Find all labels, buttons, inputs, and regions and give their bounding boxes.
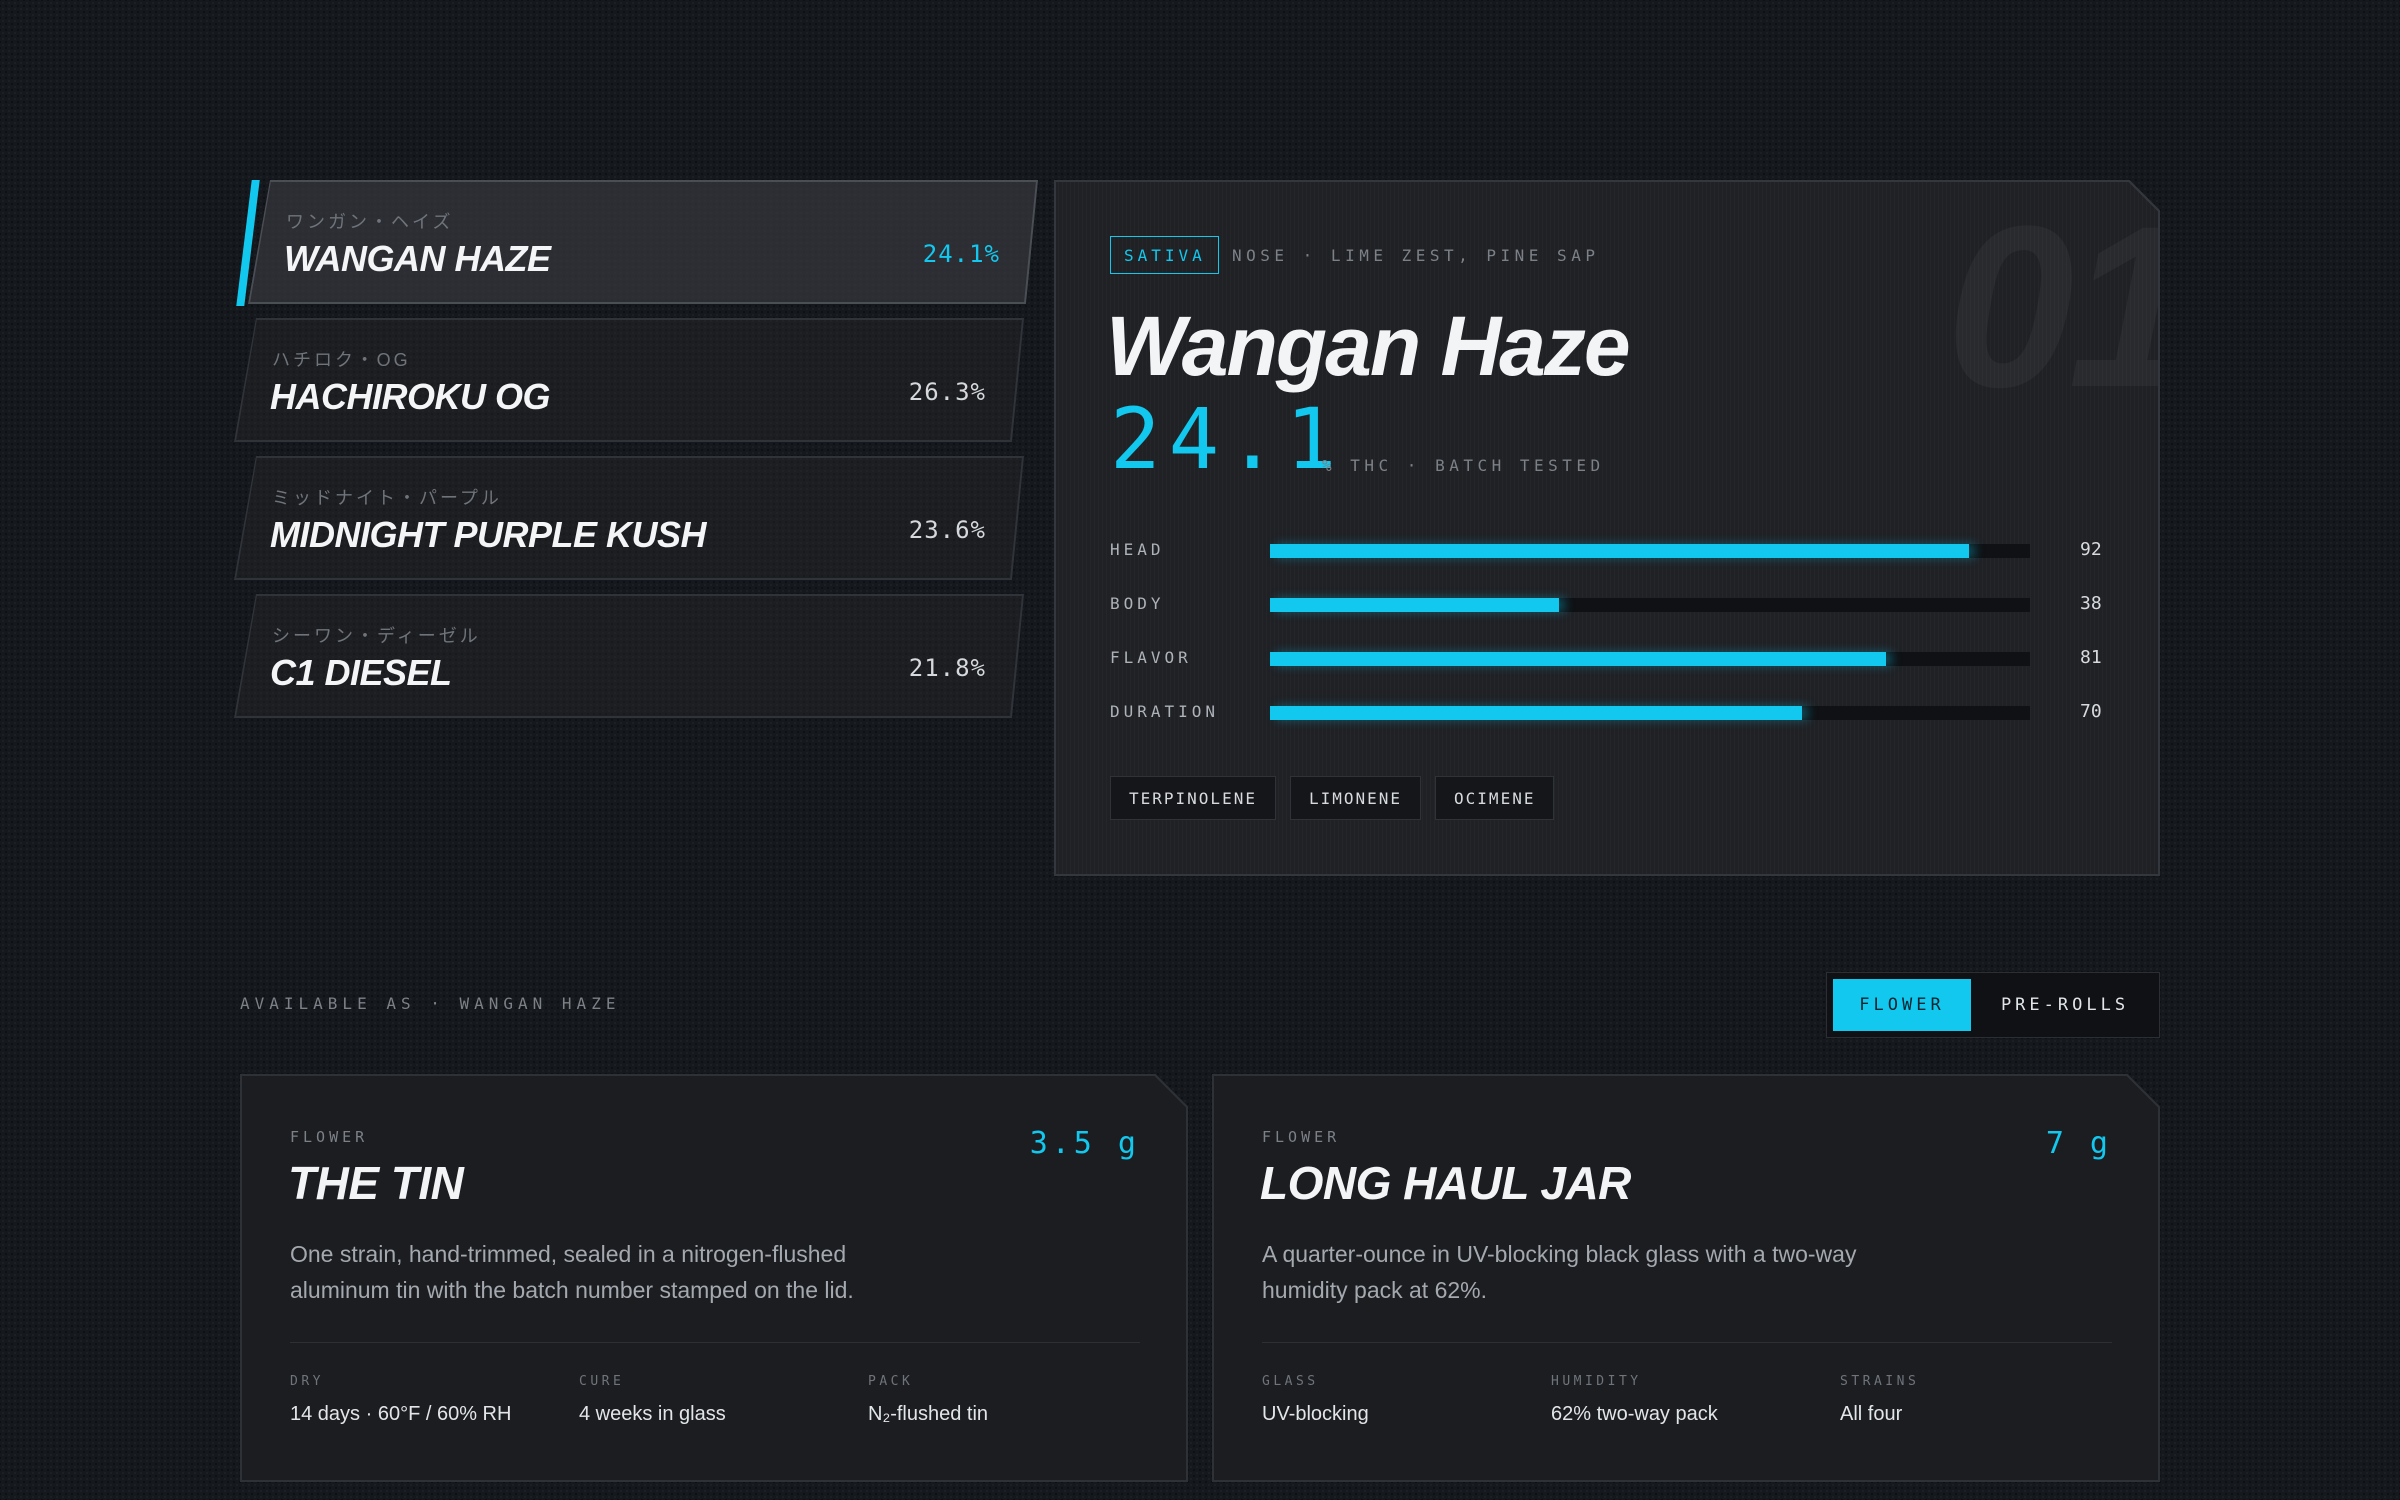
card-size: 3.5 g — [1029, 1126, 1140, 1161]
strain-thc: 23.6% — [908, 516, 986, 544]
toggle-pre-rolls[interactable]: PRE-ROLLS — [1977, 979, 2153, 1031]
spec-key: PACK — [868, 1374, 914, 1389]
strain-thc: 24.1% — [922, 240, 1000, 268]
strain-name: C1 DIESEL — [270, 652, 452, 693]
detail-title: Wangan Haze — [1106, 299, 1629, 393]
nose-notes: NOSE · LIME ZEST, PINE SAP — [1232, 246, 1600, 265]
stat-track — [1270, 544, 2030, 558]
spec-value: 14 days · 60°F / 60% RH — [290, 1403, 512, 1425]
spec-strains: STRAINS All four — [1840, 1374, 2100, 1426]
strain-name: HACHIROKU OG — [270, 376, 550, 417]
stat-value: 38 — [2080, 593, 2102, 614]
strain-thc: 26.3% — [908, 378, 986, 406]
spec-humidity: HUMIDITY 62% two-way pack — [1551, 1374, 1811, 1426]
spec-value: 62% two-way pack — [1551, 1403, 1718, 1425]
terpene-tag[interactable]: TERPINOLENE — [1110, 776, 1276, 820]
strain-thc: 21.8% — [908, 654, 986, 682]
format-toggle: FLOWER PRE-ROLLS — [1826, 972, 2160, 1038]
stat-fill — [1270, 706, 1802, 720]
stat-row-body: BODY 38 — [1110, 592, 2110, 616]
spec-pack: PACK N₂-flushed tin — [868, 1374, 1128, 1426]
stat-track — [1270, 652, 2030, 666]
card-category: FLOWER — [1262, 1128, 1341, 1146]
spec-key: HUMIDITY — [1551, 1374, 1642, 1389]
terpene-tag[interactable]: OCIMENE — [1435, 776, 1554, 820]
thc-value: 24.1 — [1110, 390, 1345, 488]
stat-row-duration: DURATION 70 — [1110, 700, 2110, 724]
strain-item-c1-diesel[interactable]: シーワン・ディーゼル C1 DIESEL 21.8% — [234, 594, 1024, 718]
stat-label: FLAVOR — [1110, 648, 1192, 667]
card-divider — [290, 1342, 1140, 1343]
card-description: A quarter-ounce in UV-blocking black gla… — [1262, 1241, 1857, 1303]
spec-dry: DRY 14 days · 60°F / 60% RH — [290, 1374, 550, 1426]
toggle-flower[interactable]: FLOWER — [1833, 979, 1971, 1031]
strain-jp-name: ワンガン・ヘイズ — [286, 212, 454, 232]
strain-jp-name: ハチロク・OG — [272, 350, 411, 370]
product-card-long-haul-jar[interactable]: FLOWER 7 g LONG HAUL JAR A quarter-ounce… — [1212, 1074, 2160, 1482]
strain-jp-name: ミッドナイト・パープル — [272, 488, 502, 508]
product-card-the-tin[interactable]: FLOWER 3.5 g THE TIN One strain, hand-tr… — [240, 1074, 1188, 1482]
stat-value: 81 — [2080, 647, 2102, 668]
stat-fill — [1270, 598, 1559, 612]
card-title: LONG HAUL JAR — [1260, 1157, 1631, 1209]
stat-value: 70 — [2080, 701, 2102, 722]
card-description: One strain, hand-trimmed, sealed in a ni… — [290, 1241, 854, 1303]
strain-name: WANGAN HAZE — [284, 238, 551, 279]
strain-type-badge: SATIVA — [1110, 236, 1219, 274]
card-title: THE TIN — [288, 1157, 464, 1209]
stat-label: DURATION — [1110, 702, 1220, 721]
terpene-tags: TERPINOLENE LIMONENE OCIMENE — [1110, 776, 1554, 820]
stat-fill — [1270, 544, 1969, 558]
card-divider — [1262, 1342, 2112, 1343]
spec-glass: GLASS UV-blocking — [1262, 1374, 1522, 1426]
strain-item-midnight-purple-kush[interactable]: ミッドナイト・パープル MIDNIGHT PURPLE KUSH 23.6% — [234, 456, 1024, 580]
stat-track — [1270, 598, 2030, 612]
thc-caption: % THC · BATCH TESTED — [1322, 456, 1605, 475]
stat-row-head: HEAD 92 — [1110, 538, 2110, 562]
card-category: FLOWER — [290, 1128, 369, 1146]
spec-value: UV-blocking — [1262, 1403, 1369, 1425]
strain-jp-name: シーワン・ディーゼル — [272, 626, 481, 646]
stat-fill — [1270, 652, 1886, 666]
card-size: 7 g — [2045, 1126, 2112, 1161]
strain-item-hachiroku-og[interactable]: ハチロク・OG HACHIROKU OG 26.3% — [234, 318, 1024, 442]
spec-value: N₂-flushed tin — [868, 1403, 989, 1425]
stat-label: HEAD — [1110, 540, 1165, 559]
stat-value: 92 — [2080, 539, 2102, 560]
spec-key: STRAINS — [1840, 1374, 1920, 1389]
strain-number-watermark: 01 — [1946, 174, 2190, 439]
strain-item-wangan-haze[interactable]: ワンガン・ヘイズ WANGAN HAZE 24.1% — [248, 180, 1038, 304]
available-as-label: AVAILABLE AS · WANGAN HAZE — [240, 994, 621, 1013]
strain-detail-panel: 01 SATIVA NOSE · LIME ZEST, PINE SAP Wan… — [1054, 180, 2160, 876]
spec-value: All four — [1840, 1403, 1903, 1425]
spec-key: DRY — [290, 1374, 324, 1389]
stat-row-flavor: FLAVOR 81 — [1110, 646, 2110, 670]
spec-key: CURE — [579, 1374, 625, 1389]
spec-cure: CURE 4 weeks in glass — [579, 1374, 839, 1426]
stat-label: BODY — [1110, 594, 1165, 613]
spec-value: 4 weeks in glass — [579, 1403, 726, 1425]
spec-key: GLASS — [1262, 1374, 1319, 1389]
strain-name: MIDNIGHT PURPLE KUSH — [270, 514, 707, 555]
terpene-tag[interactable]: LIMONENE — [1290, 776, 1421, 820]
stat-track — [1270, 706, 2030, 720]
